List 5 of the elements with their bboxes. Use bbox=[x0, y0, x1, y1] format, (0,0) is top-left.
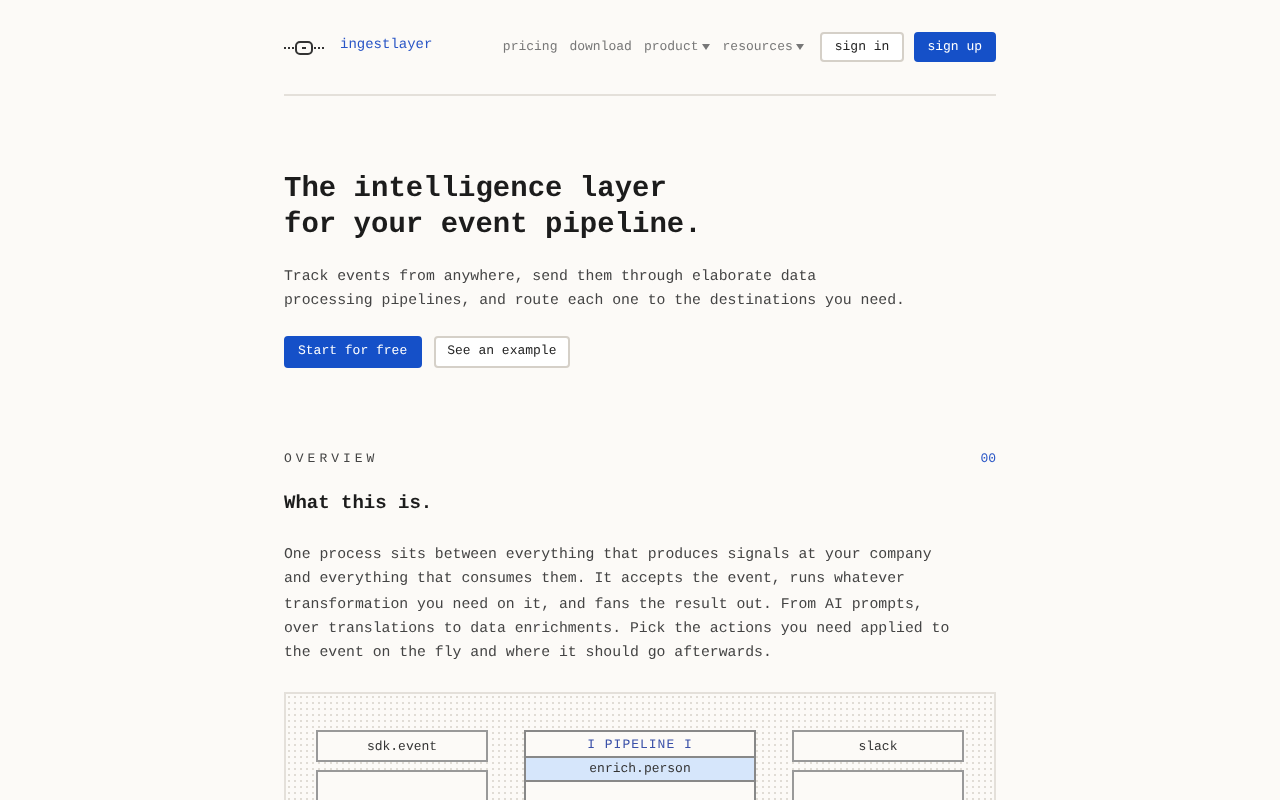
logo-icon[interactable] bbox=[284, 39, 326, 55]
caret-icon bbox=[796, 44, 805, 50]
caret-icon bbox=[702, 44, 711, 50]
hero-heading: The intelligence layer for your event pipeline. bbox=[284, 172, 704, 244]
section-heading: What this is. bbox=[284, 489, 435, 518]
